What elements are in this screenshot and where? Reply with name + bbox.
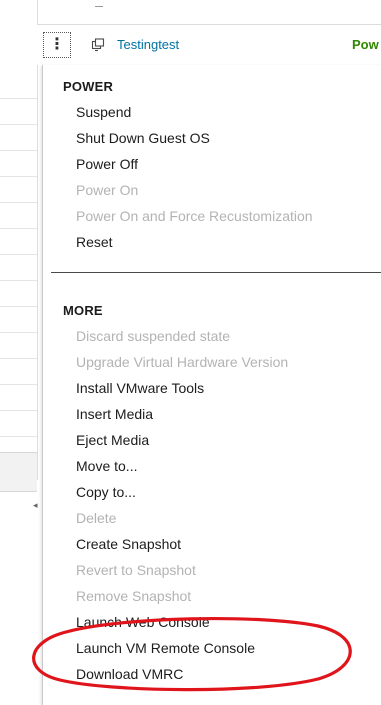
menu-item-revert-to-snapshot: Revert to Snapshot: [76, 562, 196, 578]
table-row-previous: [37, 0, 381, 25]
menu-item-shut-down-guest-os[interactable]: Shut Down Guest OS: [76, 130, 210, 146]
menu-item-launch-vm-remote-console[interactable]: Launch VM Remote Console: [76, 640, 255, 656]
menu-item-create-snapshot[interactable]: Create Snapshot: [76, 536, 181, 552]
power-state-label: Pow: [352, 37, 379, 52]
menu-item-discard-suspended-state: Discard suspended state: [76, 328, 231, 344]
dash-mark: [95, 6, 103, 7]
vm-name-link[interactable]: Testingtest: [117, 37, 179, 52]
menu-item-upgrade-virtual-hardware: Upgrade Virtual Hardware Version: [76, 354, 289, 370]
menu-item-remove-snapshot: Remove Snapshot: [76, 588, 192, 604]
vm-actions-menu: POWER Suspend Shut Down Guest OS Power O…: [42, 65, 381, 705]
more-section-header: MORE: [63, 303, 103, 318]
menu-item-move-to[interactable]: Move to...: [76, 458, 137, 474]
table-column-divider: [37, 0, 38, 480]
menu-item-install-vmware-tools[interactable]: Install VMware Tools: [76, 380, 204, 396]
menu-item-power-on: Power On: [76, 182, 139, 198]
menu-divider: [51, 272, 381, 273]
vm-icon: [91, 38, 105, 52]
menu-item-power-off[interactable]: Power Off: [76, 156, 138, 172]
scroll-left-icon[interactable]: ◂: [33, 500, 38, 511]
menu-item-launch-web-console[interactable]: Launch Web Console: [76, 614, 210, 630]
menu-item-suspend[interactable]: Suspend: [76, 104, 131, 120]
menu-item-power-on-force-recustomization: Power On and Force Recustomization: [76, 208, 313, 224]
table-footer-stub: ◂: [0, 452, 38, 510]
menu-item-copy-to[interactable]: Copy to...: [76, 484, 136, 500]
table-row-vm[interactable]: ⋮ Testingtest Pow: [37, 25, 381, 65]
power-section-header: POWER: [63, 79, 114, 94]
menu-item-delete: Delete: [76, 510, 117, 526]
menu-item-download-vmrc[interactable]: Download VMRC: [76, 666, 183, 682]
menu-item-insert-media[interactable]: Insert Media: [76, 406, 153, 422]
actions-kebab-button[interactable]: ⋮: [43, 32, 71, 58]
menu-item-eject-media[interactable]: Eject Media: [76, 432, 149, 448]
menu-item-reset[interactable]: Reset: [76, 234, 113, 250]
